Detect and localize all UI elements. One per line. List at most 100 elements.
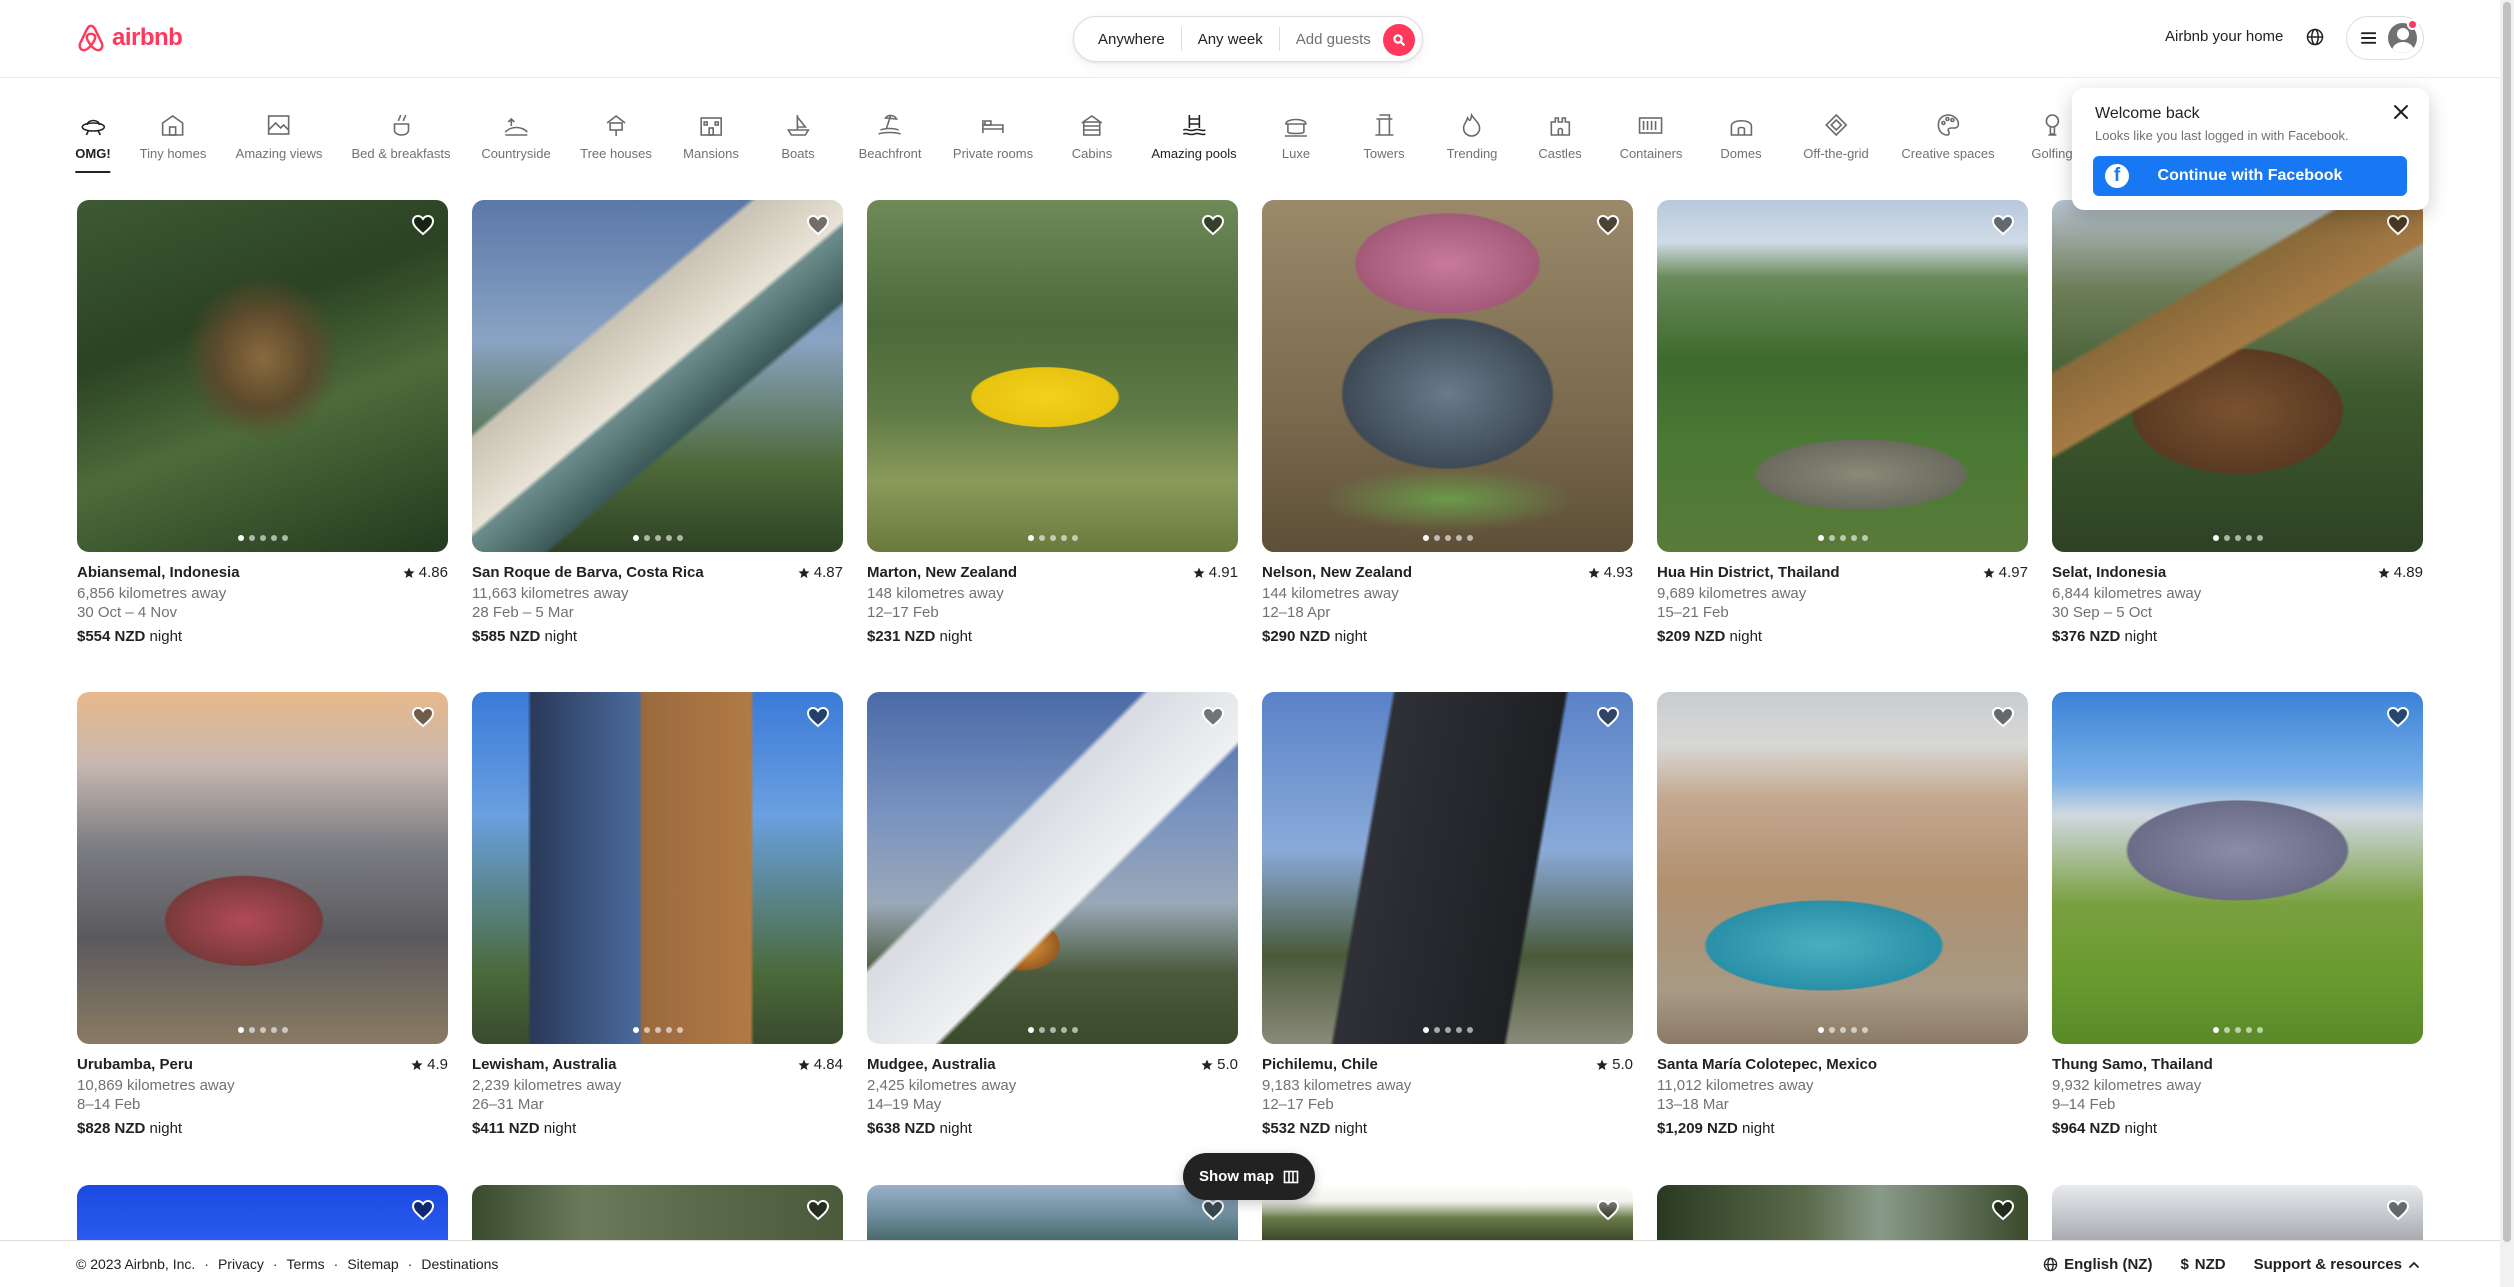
category-castles[interactable]: Castles (1538, 112, 1582, 161)
listing-card[interactable]: Hua Hin District, Thailand 4.97 9,689 ki… (1657, 200, 2028, 645)
listing-rating: 5.0 (1596, 1056, 1633, 1073)
heart-icon[interactable] (411, 705, 435, 729)
footer-link-sitemap[interactable]: Sitemap (347, 1256, 398, 1272)
heart-icon[interactable] (1201, 1198, 1225, 1222)
listing-card[interactable]: Nelson, New Zealand 4.93 144 kilometres … (1262, 200, 1633, 645)
category-off-the-grid[interactable]: Off-the-grid (1803, 112, 1869, 161)
category-omg[interactable]: OMG! (75, 112, 112, 173)
price-amount: $1,209 NZD (1657, 1120, 1738, 1137)
heart-icon[interactable] (1991, 213, 2015, 237)
category-domes[interactable]: Domes (1720, 112, 1762, 161)
heart-icon[interactable] (1991, 705, 2015, 729)
heart-icon[interactable] (2386, 1198, 2410, 1222)
listing-card[interactable]: Urubamba, Peru 4.9 10,869 kilometres awa… (77, 692, 448, 1137)
heart-icon[interactable] (1201, 705, 1225, 729)
listing-card[interactable]: Marton, New Zealand 4.91 148 kilometres … (867, 200, 1238, 645)
listing-photo[interactable] (867, 200, 1238, 552)
heart-icon[interactable] (1596, 705, 1620, 729)
category-bed-breakfasts[interactable]: Bed & breakfasts (352, 112, 451, 161)
listing-photo[interactable] (2052, 200, 2423, 552)
listing-card[interactable]: Thung Samo, Thailand 9,932 kilometres aw… (2052, 692, 2423, 1137)
heart-icon[interactable] (1991, 1198, 2015, 1222)
search-add-guests[interactable]: Add guests (1280, 31, 1387, 48)
search-any-week[interactable]: Any week (1182, 31, 1279, 48)
category-creative-spaces[interactable]: Creative spaces (1901, 112, 1995, 161)
heart-icon[interactable] (2386, 705, 2410, 729)
listing-photo[interactable] (472, 692, 843, 1044)
category-private-rooms[interactable]: Private rooms (953, 112, 1033, 161)
search-bar[interactable]: Anywhere Any week Add guests (1073, 16, 1423, 62)
continue-with-facebook-button[interactable]: f Continue with Facebook (2093, 156, 2407, 196)
heart-icon[interactable] (2386, 213, 2410, 237)
listing-photo[interactable] (1262, 1185, 1633, 1240)
listing-card[interactable]: Lewisham, Australia 4.84 2,239 kilometre… (472, 692, 843, 1137)
support-resources-button[interactable]: Support & resources (2254, 1256, 2420, 1273)
listing-distance: 144 kilometres away (1262, 585, 1399, 602)
scrollbar-thumb[interactable] (2503, 2, 2511, 1242)
footer-link-destinations[interactable]: Destinations (421, 1256, 498, 1272)
listing-card[interactable]: Selat, Indonesia 4.89 6,844 kilometres a… (2052, 200, 2423, 645)
listing-photo[interactable] (2052, 1185, 2423, 1240)
category-countryside[interactable]: Countryside (481, 112, 551, 161)
heart-icon[interactable] (411, 1198, 435, 1222)
listing-card[interactable]: Santa María Colotepec, Mexico 11,012 kil… (1657, 692, 2028, 1137)
listing-photo[interactable] (1657, 200, 2028, 552)
heart-icon[interactable] (1596, 1198, 1620, 1222)
language-selector[interactable]: English (NZ) (2043, 1256, 2152, 1273)
category-label: Amazing views (235, 146, 323, 161)
show-map-button[interactable]: Show map (1183, 1153, 1315, 1200)
listing-photo[interactable] (472, 1185, 843, 1240)
currency-selector[interactable]: $ NZD (2180, 1256, 2225, 1273)
category-trending[interactable]: Trending (1447, 112, 1497, 161)
photo-dots (237, 535, 288, 541)
listing-photo[interactable] (1657, 1185, 2028, 1240)
listing-photo[interactable] (77, 200, 448, 552)
heart-icon[interactable] (806, 1198, 830, 1222)
star-icon (798, 567, 810, 578)
listing-photo[interactable] (867, 692, 1238, 1044)
listing-photo[interactable] (867, 1185, 1238, 1240)
listing-dates: 12–17 Feb (1262, 1096, 1334, 1113)
globe-icon[interactable] (2305, 27, 2325, 47)
heart-icon[interactable] (806, 213, 830, 237)
footer-link-terms[interactable]: Terms (287, 1256, 325, 1272)
close-icon[interactable] (2391, 102, 2411, 122)
listing-card[interactable]: San Roque de Barva, Costa Rica 4.87 11,6… (472, 200, 843, 645)
price-unit: night (149, 1120, 183, 1137)
category-beachfront[interactable]: Beachfront (859, 112, 921, 161)
listing-card[interactable]: Mudgee, Australia 5.0 2,425 kilometres a… (867, 692, 1238, 1137)
search-button[interactable] (1383, 24, 1415, 56)
airbnb-logo[interactable]: airbnb (76, 22, 183, 54)
listing-photo[interactable] (1262, 692, 1633, 1044)
category-tiny-homes[interactable]: Tiny homes (140, 112, 206, 161)
heart-icon[interactable] (806, 705, 830, 729)
listing-photo[interactable] (77, 692, 448, 1044)
footer-link-privacy[interactable]: Privacy (218, 1256, 264, 1272)
category-containers[interactable]: Containers (1620, 112, 1682, 161)
listing-photo[interactable] (1262, 200, 1633, 552)
listing-photo[interactable] (472, 200, 843, 552)
category-tree-houses[interactable]: Tree houses (580, 112, 652, 161)
listing-dates: 15–21 Feb (1657, 604, 1729, 621)
heart-icon[interactable] (1201, 213, 1225, 237)
listing-card[interactable]: Pichilemu, Chile 5.0 9,183 kilometres aw… (1262, 692, 1633, 1137)
category-boats[interactable]: Boats (781, 112, 815, 161)
photo-dots (1422, 535, 1473, 541)
search-anywhere[interactable]: Anywhere (1098, 31, 1181, 48)
category-mansions[interactable]: Mansions (683, 112, 739, 161)
category-amazing-pools[interactable]: Amazing pools (1151, 112, 1237, 161)
airbnb-your-home-link[interactable]: Airbnb your home (2165, 28, 2283, 45)
category-towers[interactable]: Towers (1363, 112, 1405, 161)
category-golfing[interactable]: Golfing (2031, 112, 2073, 161)
listing-photo[interactable] (77, 1185, 448, 1240)
category-cabins[interactable]: Cabins (1072, 112, 1112, 161)
category-label: Cabins (1071, 146, 1113, 161)
listing-photo[interactable] (2052, 692, 2423, 1044)
listing-photo[interactable] (1657, 692, 2028, 1044)
star-icon (2378, 567, 2390, 578)
heart-icon[interactable] (1596, 213, 1620, 237)
category-amazing-views[interactable]: Amazing views (235, 112, 323, 161)
listing-card[interactable]: Abiansemal, Indonesia 4.86 6,856 kilomet… (77, 200, 448, 645)
category-luxe[interactable]: Luxe (1282, 112, 1310, 161)
heart-icon[interactable] (411, 213, 435, 237)
